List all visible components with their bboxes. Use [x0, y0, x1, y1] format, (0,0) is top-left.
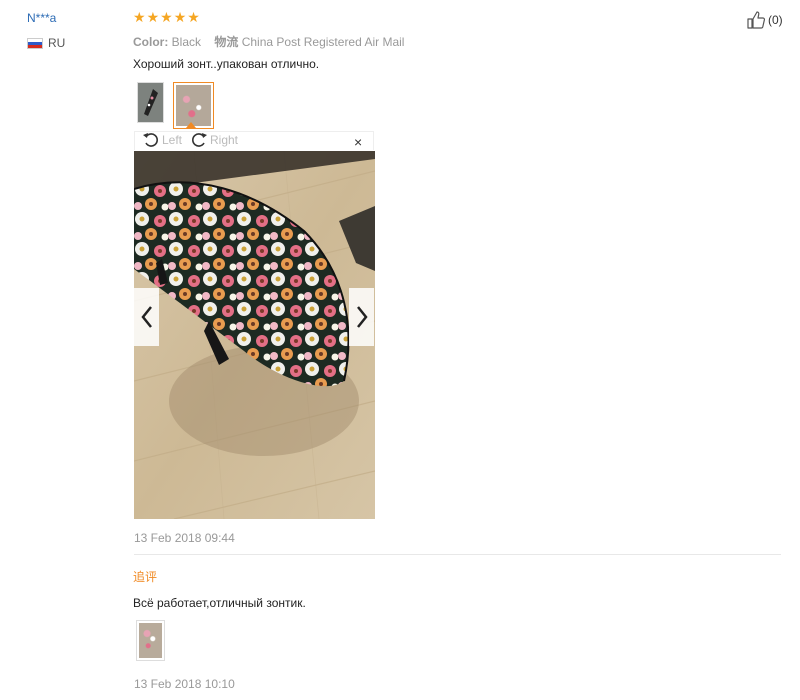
chevron-right-icon — [356, 306, 368, 328]
shipping-value: China Post Registered Air Mail — [241, 35, 405, 49]
umbrella-thumbnail — [176, 85, 211, 126]
review-photo-large — [134, 151, 375, 519]
rating-stars: ★ ★ ★ ★ ★ — [133, 9, 200, 25]
rotate-right-icon — [192, 133, 207, 147]
divider — [134, 554, 781, 555]
umbrella-thumbnail — [139, 623, 162, 658]
chevron-left-icon — [140, 306, 152, 328]
additional-review-label: 追评 — [133, 570, 158, 584]
color-value: Black — [171, 35, 202, 49]
thumbs-up-icon — [747, 11, 766, 29]
country-code: RU — [48, 36, 66, 50]
review-photo-thumb[interactable] — [137, 82, 164, 123]
star-icon: ★ — [187, 9, 200, 25]
star-icon: ★ — [133, 9, 146, 25]
shipping-label: 物流 — [214, 35, 239, 49]
reviewer-country: RU — [27, 36, 65, 50]
active-thumb-caret — [186, 122, 196, 128]
additional-photo-thumb[interactable] — [136, 620, 165, 661]
russia-flag-icon — [27, 37, 43, 49]
review-text: Хороший зонт..упакован отлично. — [133, 57, 320, 71]
next-photo-button[interactable] — [349, 288, 374, 346]
helpful-button[interactable]: (0) — [746, 10, 783, 30]
reviewer-name[interactable]: N***a — [27, 11, 56, 25]
color-label: Color: — [133, 35, 169, 49]
umbrella-photo — [134, 151, 375, 519]
review-meta: Color: Black 物流 China Post Registered Ai… — [133, 33, 404, 50]
star-icon: ★ — [146, 9, 160, 25]
rotate-left-icon — [143, 133, 158, 147]
close-viewer-button[interactable]: × — [354, 135, 362, 149]
rotate-left-label: Left — [162, 133, 183, 147]
rotate-right-button[interactable]: Right — [190, 131, 238, 149]
umbrella-thumbnail — [138, 83, 163, 122]
rotate-left-button[interactable]: Left — [142, 131, 182, 149]
helpful-count: (0) — [768, 13, 783, 27]
star-icon: ★ — [173, 9, 187, 25]
additional-review-text: Всё работает,отличный зонтик. — [133, 596, 306, 610]
previous-photo-button[interactable] — [134, 288, 159, 346]
rotate-right-label: Right — [210, 133, 239, 147]
additional-review-date: 13 Feb 2018 10:10 — [134, 677, 235, 691]
star-icon: ★ — [160, 9, 173, 25]
review-date: 13 Feb 2018 09:44 — [134, 531, 235, 545]
